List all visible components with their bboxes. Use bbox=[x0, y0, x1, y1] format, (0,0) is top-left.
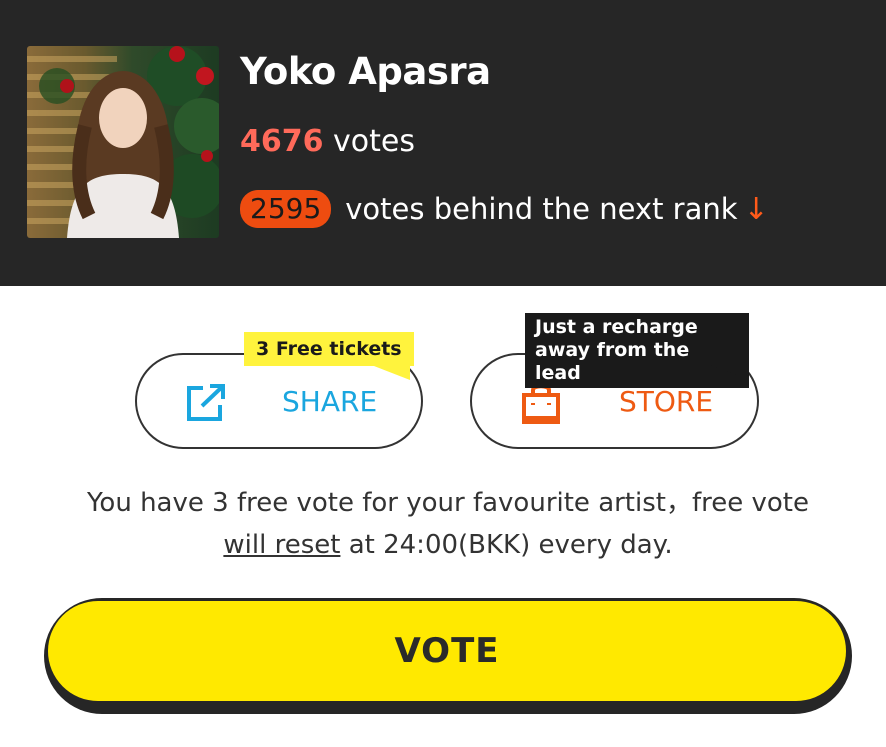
vote-total: 4676 votes bbox=[240, 124, 415, 159]
info-text-part2: at 24:00(BKK) every day. bbox=[340, 530, 673, 560]
artist-name: Yoko Apasra bbox=[240, 50, 491, 93]
shopping-bag-icon bbox=[520, 383, 562, 424]
down-arrow-icon: ↓ bbox=[743, 191, 769, 227]
free-tickets-tag: 3 Free tickets bbox=[244, 332, 414, 366]
reset-link[interactable]: will reset bbox=[223, 530, 340, 560]
recharge-tag-line1: Just a recharge bbox=[535, 316, 698, 338]
free-tickets-tag-tail bbox=[374, 366, 410, 380]
gap-count-badge: 2595 bbox=[240, 190, 332, 228]
artist-header: Yoko Apasra 4676 votes 2595 votes behind… bbox=[0, 0, 886, 286]
vote-button[interactable]: VOTE bbox=[48, 601, 846, 701]
artist-avatar bbox=[27, 46, 219, 238]
vote-count: 4676 bbox=[240, 124, 324, 159]
rank-gap: 2595 votes behind the next rank ↓ bbox=[240, 190, 769, 228]
avatar-photo bbox=[27, 46, 219, 238]
store-label: STORE bbox=[619, 385, 714, 418]
share-label: SHARE bbox=[282, 385, 378, 418]
recharge-tag-tail bbox=[710, 365, 748, 379]
share-icon bbox=[185, 383, 227, 423]
recharge-tag-line2: away from the lead bbox=[535, 339, 690, 384]
free-vote-info: You have 3 free vote for your favourite … bbox=[60, 482, 836, 566]
info-text-part1: You have 3 free vote for your favourite … bbox=[87, 488, 809, 518]
gap-label: votes behind the next rank bbox=[345, 192, 738, 226]
votes-label: votes bbox=[333, 124, 416, 159]
